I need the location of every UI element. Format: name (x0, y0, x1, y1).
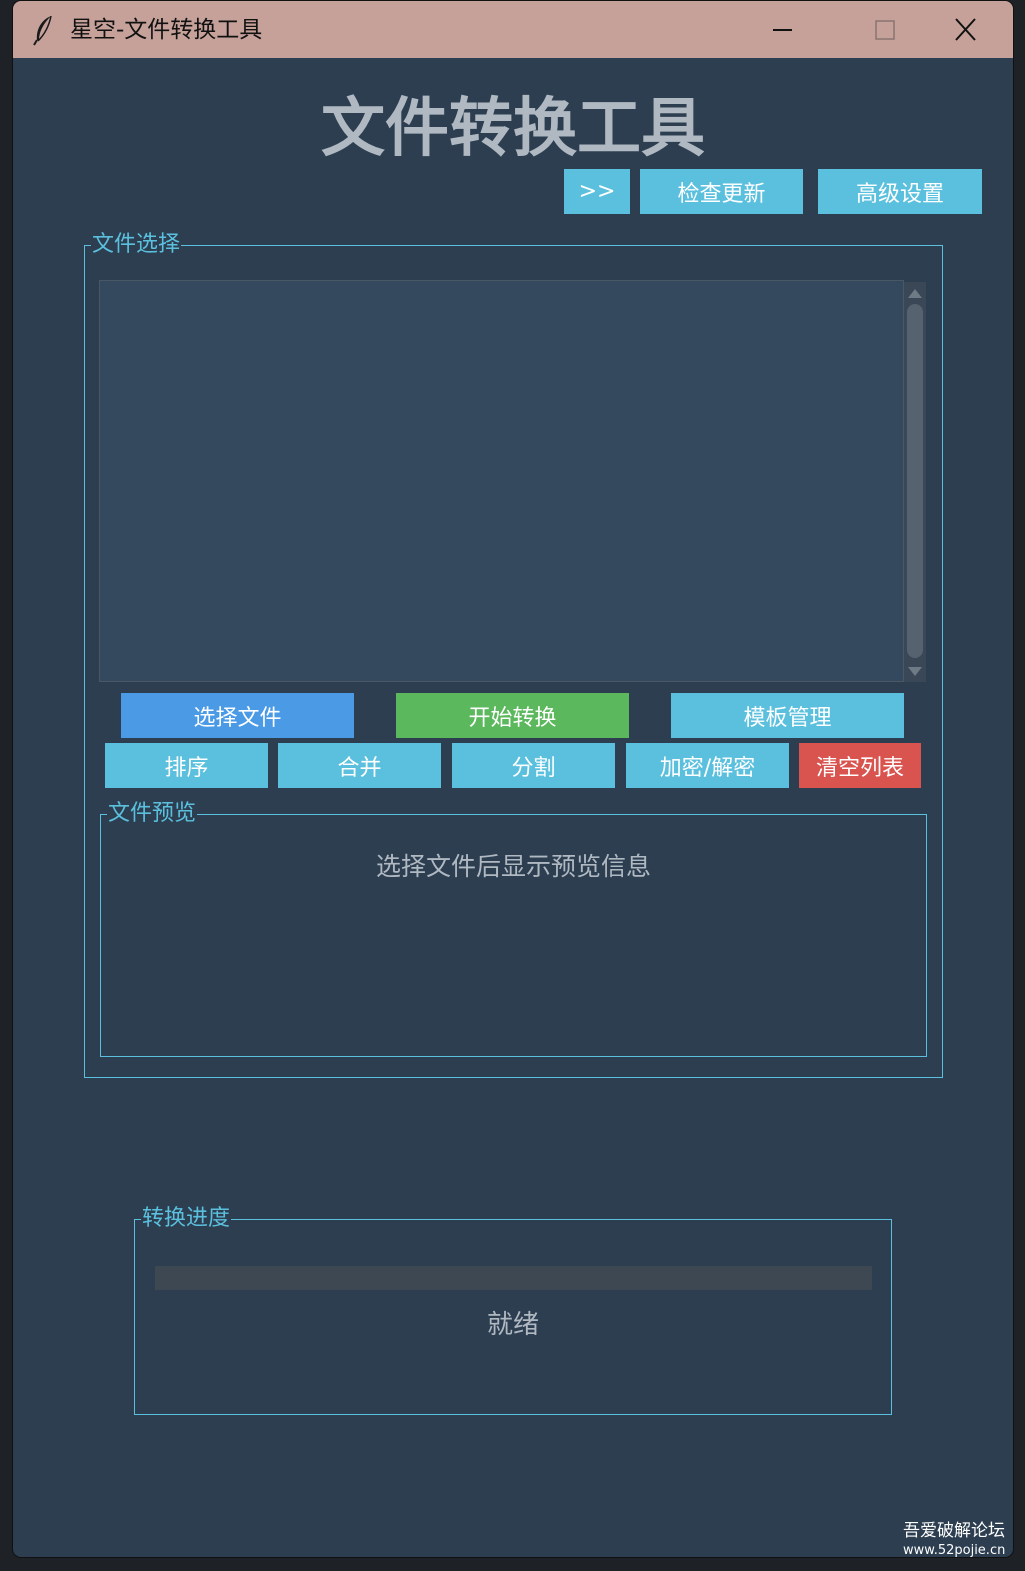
scroll-thumb[interactable] (907, 304, 923, 658)
file-preview-label: 文件预览 (107, 800, 198, 828)
file-select-label: 文件选择 (91, 231, 182, 259)
file-preview-group: 文件预览 选择文件后显示预览信息 (100, 800, 927, 1057)
encrypt-decrypt-button[interactable]: 加密/解密 (626, 743, 789, 788)
title-bar[interactable]: 星空-文件转换工具 (13, 1, 1013, 58)
template-manage-button[interactable]: 模板管理 (671, 693, 904, 738)
close-icon (955, 18, 976, 41)
watermark-text: 吾爱破解论坛 (903, 1521, 1005, 1541)
start-convert-button[interactable]: 开始转换 (396, 693, 629, 738)
sort-button[interactable]: 排序 (105, 743, 268, 788)
file-list[interactable] (99, 280, 904, 682)
merge-button[interactable]: 合并 (278, 743, 441, 788)
check-update-button[interactable]: 检查更新 (640, 169, 803, 214)
expand-button[interactable]: >> (564, 169, 630, 214)
window-title: 星空-文件转换工具 (70, 17, 263, 43)
watermark-url: www.52pojie.cn (903, 1543, 1006, 1558)
maximize-button[interactable] (826, 1, 918, 58)
close-button[interactable] (918, 1, 1010, 58)
progress-bar (155, 1266, 872, 1290)
preview-placeholder: 选择文件后显示预览信息 (375, 852, 651, 881)
scroll-down-icon[interactable] (908, 667, 922, 676)
file-list-scrollbar[interactable] (904, 282, 926, 682)
feather-icon (31, 14, 55, 46)
select-files-button[interactable]: 选择文件 (121, 693, 354, 738)
clear-list-button[interactable]: 清空列表 (799, 743, 921, 788)
minimize-icon (773, 29, 792, 31)
split-button[interactable]: 分割 (452, 743, 615, 788)
status-text: 就绪 (486, 1310, 539, 1340)
progress-group: 转换进度 就绪 (134, 1205, 892, 1415)
app-window: 星空-文件转换工具 文件转换工具 >> 检查更新 高级设置 文件选择 选择文件 (13, 1, 1013, 1557)
page-title: 文件转换工具 (321, 92, 705, 166)
maximize-icon (875, 20, 895, 40)
watermark: 吾爱破解论坛 www.52pojie.cn (903, 1520, 1025, 1560)
minimize-button[interactable] (736, 1, 828, 58)
scroll-up-icon[interactable] (908, 289, 922, 298)
progress-label: 转换进度 (141, 1205, 232, 1233)
advanced-settings-button[interactable]: 高级设置 (818, 169, 982, 214)
